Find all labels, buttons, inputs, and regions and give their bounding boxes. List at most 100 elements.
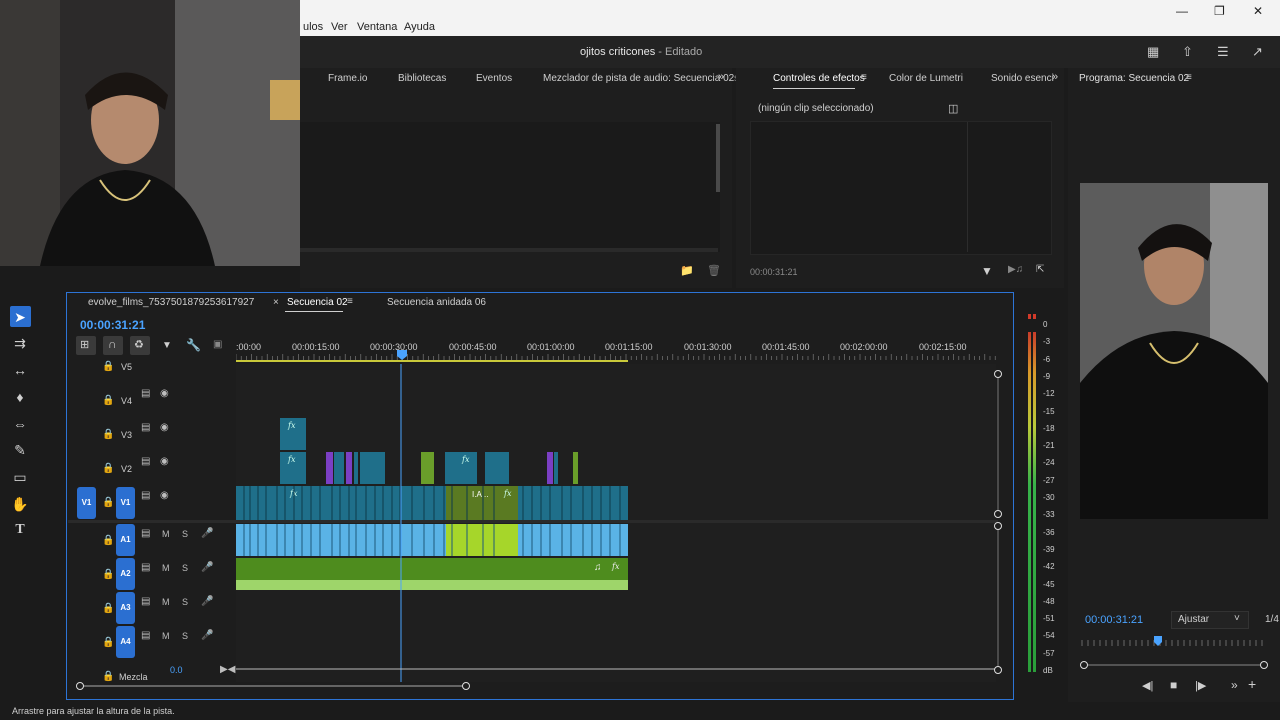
track-target-a1[interactable]: A1 bbox=[116, 524, 135, 556]
sync-lock-icon[interactable]: ▤ bbox=[141, 562, 150, 573]
tab-eventos[interactable]: Eventos bbox=[476, 73, 512, 84]
audio-clip-a1[interactable] bbox=[236, 524, 628, 556]
program-menu-icon[interactable]: ≡ bbox=[1186, 72, 1192, 83]
minimize-icon[interactable]: — bbox=[1176, 4, 1188, 18]
track-target-a3[interactable]: A3 bbox=[116, 592, 135, 624]
audio-clip-a1[interactable] bbox=[446, 524, 518, 556]
filter-icon[interactable]: ▼ bbox=[981, 264, 993, 278]
solo-button[interactable]: S bbox=[182, 529, 188, 539]
hscroll-end-handle[interactable] bbox=[462, 682, 470, 690]
video-clip-v2[interactable] bbox=[573, 452, 578, 484]
mix-volume-value[interactable]: 0.0 bbox=[170, 665, 183, 675]
work-area-bar[interactable] bbox=[236, 360, 628, 362]
hand-tool-icon[interactable]: ✋ bbox=[11, 495, 29, 513]
menu-item-ventana[interactable]: Ventana bbox=[357, 21, 397, 33]
lock-icon[interactable]: 🔒 bbox=[102, 569, 114, 580]
panel-toggle-icon[interactable]: ◫ bbox=[948, 102, 958, 115]
sync-lock-icon[interactable]: ▤ bbox=[141, 630, 150, 641]
clip-indicator-left[interactable] bbox=[1028, 314, 1031, 319]
tab-secuencia-anidada[interactable]: Secuencia anidada 06 bbox=[387, 297, 486, 308]
effects-tabs-overflow-icon[interactable]: » bbox=[1052, 71, 1058, 83]
eye-icon[interactable]: ◉ bbox=[160, 388, 169, 399]
video-clip-v2[interactable] bbox=[485, 452, 509, 484]
step-back-icon[interactable]: ◀| bbox=[1142, 679, 1153, 692]
microphone-icon[interactable]: 🎤 bbox=[201, 596, 213, 607]
close-icon[interactable]: ✕ bbox=[1253, 4, 1263, 18]
pen-tool-icon[interactable]: ✎ bbox=[11, 441, 29, 459]
video-clip-v2[interactable] bbox=[346, 452, 352, 484]
tab-controles-efectos[interactable]: Controles de efectos bbox=[773, 73, 865, 84]
solo-button[interactable]: S bbox=[182, 563, 188, 573]
lock-icon[interactable]: 🔒 bbox=[102, 463, 114, 474]
mute-button[interactable]: M bbox=[162, 631, 170, 641]
source-patch-v1[interactable]: V1 bbox=[77, 487, 96, 519]
video-clip-v2[interactable] bbox=[445, 452, 477, 484]
program-scrubber[interactable] bbox=[1078, 634, 1270, 674]
program-zoom-start-handle[interactable] bbox=[1080, 661, 1088, 669]
tabs-overflow-icon[interactable]: » bbox=[718, 71, 724, 83]
selection-tool-icon[interactable]: ➤ bbox=[11, 308, 29, 326]
hscroll-start-handle[interactable] bbox=[76, 682, 84, 690]
razor-tool-icon[interactable]: ♦ bbox=[11, 388, 29, 406]
program-playhead[interactable] bbox=[1154, 636, 1162, 646]
step-forward-icon[interactable]: |▶ bbox=[1195, 679, 1206, 692]
audio-vscroll-handle-bottom[interactable] bbox=[994, 666, 1002, 674]
menu-item-titulos[interactable]: ulos bbox=[303, 21, 323, 33]
video-clip-v2[interactable] bbox=[354, 452, 358, 484]
source-panel-hscroll[interactable] bbox=[300, 248, 718, 252]
fit-dropdown[interactable]: Ajustar ˅ bbox=[1171, 611, 1249, 629]
nest-toggle-button[interactable]: ⊞ bbox=[76, 336, 96, 355]
mute-button[interactable]: M bbox=[162, 563, 170, 573]
menu-item-ayuda[interactable]: Ayuda bbox=[404, 21, 435, 33]
timeline-hscroll[interactable] bbox=[74, 680, 474, 692]
tab-secuencia-02[interactable]: Secuencia 02 bbox=[287, 297, 348, 308]
stop-icon[interactable]: ■ bbox=[1170, 678, 1177, 692]
tab-frameio[interactable]: Frame.io bbox=[328, 73, 367, 84]
lock-icon[interactable]: 🔒 bbox=[102, 497, 114, 508]
microphone-icon[interactable]: 🎤 bbox=[201, 630, 213, 641]
resolution-dropdown[interactable]: 1/4 bbox=[1265, 614, 1279, 625]
mute-button[interactable]: M bbox=[162, 529, 170, 539]
export-icon[interactable]: ⇱ bbox=[1036, 264, 1044, 275]
video-clip-v2[interactable] bbox=[360, 452, 385, 484]
linked-selection-button[interactable]: ♻ bbox=[130, 336, 150, 355]
mute-button[interactable]: M bbox=[162, 597, 170, 607]
folder-icon[interactable]: 📁 bbox=[680, 264, 694, 277]
play-audio-icon[interactable]: ▶♫ bbox=[1008, 264, 1023, 275]
type-tool-icon[interactable]: T bbox=[11, 521, 29, 539]
track-target-v1[interactable]: V1 bbox=[116, 487, 135, 519]
tab-menu-icon[interactable]: ≡ bbox=[861, 72, 867, 83]
video-clip-v2[interactable] bbox=[334, 452, 344, 484]
clip-indicator-right[interactable] bbox=[1033, 314, 1036, 319]
lock-icon[interactable]: 🔒 bbox=[102, 637, 114, 648]
lock-icon[interactable]: 🔒 bbox=[102, 535, 114, 546]
track-select-tool-icon[interactable]: ⇉ bbox=[11, 334, 29, 352]
sync-lock-icon[interactable]: ▤ bbox=[141, 456, 150, 467]
lock-icon[interactable]: 🔒 bbox=[102, 603, 114, 614]
tab-sonido-esencial[interactable]: Sonido esenci bbox=[991, 73, 1054, 84]
solo-button[interactable]: S bbox=[182, 631, 188, 641]
more-controls-icon[interactable]: » bbox=[1231, 678, 1238, 692]
rectangle-tool-icon[interactable]: ▭ bbox=[11, 468, 29, 486]
menu-item-ver[interactable]: Ver bbox=[331, 21, 348, 33]
video-clip-v2[interactable] bbox=[421, 452, 434, 484]
captions-icon[interactable]: ▣ bbox=[213, 339, 222, 350]
marker-icon[interactable]: ▼ bbox=[162, 340, 172, 351]
video-clip-v2[interactable] bbox=[326, 452, 333, 484]
track-target-a2[interactable]: A2 bbox=[116, 558, 135, 590]
sync-lock-icon[interactable]: ▤ bbox=[141, 490, 150, 501]
restore-icon[interactable]: ❐ bbox=[1214, 4, 1225, 18]
sync-lock-icon[interactable]: ▤ bbox=[141, 528, 150, 539]
ripple-edit-tool-icon[interactable]: ↔ bbox=[11, 361, 29, 379]
program-timecode[interactable]: 00:00:31:21 bbox=[1085, 614, 1143, 626]
playhead-head[interactable] bbox=[396, 349, 408, 361]
lock-icon[interactable]: 🔒 bbox=[102, 429, 114, 440]
video-vscroll-handle-bottom[interactable] bbox=[994, 510, 1002, 518]
slip-tool-icon[interactable]: ⇔ bbox=[11, 415, 29, 433]
lock-icon[interactable]: 🔒 bbox=[102, 361, 114, 372]
tab-evolve-films[interactable]: evolve_films_7537501879253617927 bbox=[88, 297, 254, 308]
video-clip-v2[interactable] bbox=[547, 452, 553, 484]
audio-vscroll-handle-top[interactable] bbox=[994, 522, 1002, 530]
program-zoom-end-handle[interactable] bbox=[1260, 661, 1268, 669]
sync-lock-icon[interactable]: ▤ bbox=[141, 388, 150, 399]
